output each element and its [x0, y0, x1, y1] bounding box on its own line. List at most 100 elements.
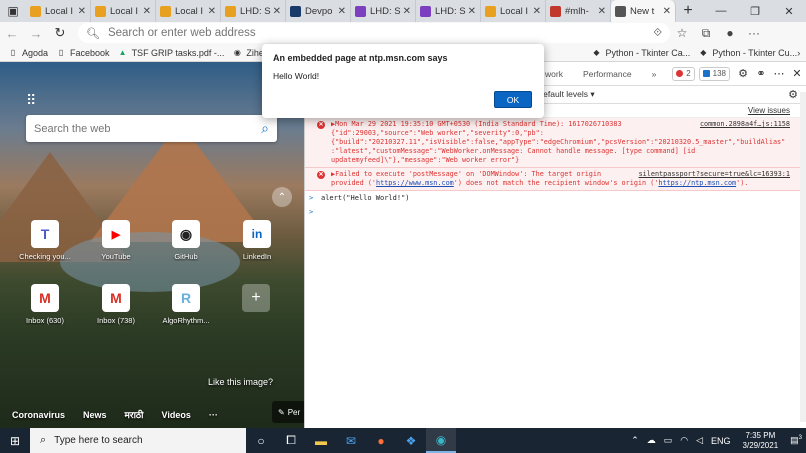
browser-tab[interactable]: LHD: S ✕ — [351, 0, 416, 22]
add-site-button[interactable]: + — [242, 284, 270, 312]
language-indicator[interactable]: ENG — [711, 436, 731, 446]
console-prompt-line[interactable]: > — [305, 205, 806, 216]
devtools-scrollbar[interactable] — [800, 92, 806, 422]
taskbar-search-box[interactable]: ⌕ Type here to search — [30, 428, 246, 453]
close-tab-icon[interactable]: ✕ — [273, 6, 281, 17]
close-tab-icon[interactable]: ✕ — [663, 6, 671, 17]
back-icon[interactable]: ← — [0, 22, 24, 44]
task-view-icon[interactable]: ⧠ — [276, 428, 306, 453]
feed-tab-news[interactable]: News — [83, 410, 107, 420]
edge-icon[interactable]: ◉ — [426, 428, 456, 453]
battery-icon[interactable]: ▭ — [664, 435, 673, 446]
origin-link-msn[interactable]: https://www.msn.com — [376, 179, 454, 187]
error-icon: ✕ — [317, 171, 325, 179]
close-tab-icon[interactable]: ✕ — [143, 6, 151, 17]
browser-tab[interactable]: Local I ✕ — [91, 0, 156, 22]
error-icon — [676, 70, 684, 77]
tab-favicon-icon — [485, 5, 496, 17]
collections-icon[interactable]: ⧉ — [694, 22, 718, 44]
close-tab-icon[interactable]: ✕ — [403, 6, 411, 17]
settings-more-icon[interactable]: ··· — [742, 22, 766, 44]
onedrive-icon[interactable]: ☁ — [647, 435, 656, 446]
browser-tab[interactable]: Local I ✕ — [481, 0, 546, 22]
windows-start-icon[interactable]: ⊞ — [0, 428, 30, 453]
browser-tab[interactable]: LHD: S ✕ — [416, 0, 481, 22]
browser-tab[interactable]: #mlh- ✕ — [546, 0, 611, 22]
minimize-icon[interactable]: — — [704, 0, 738, 22]
quick-link-gmail-1[interactable]: M Inbox (630) — [15, 284, 75, 325]
message-icon — [702, 70, 710, 77]
favorites-star-icon[interactable]: ☆ — [670, 22, 694, 44]
browser-tab[interactable]: LHD: S ✕ — [221, 0, 286, 22]
feed-tab-videos[interactable]: Videos — [162, 410, 191, 420]
quick-link-linkedin[interactable]: in LinkedIn — [227, 220, 287, 261]
clock[interactable]: 7:35 PM 3/29/2021 — [743, 431, 779, 451]
bookmarks-more-icon[interactable]: › — [797, 48, 800, 58]
close-window-icon[interactable]: ✕ — [772, 0, 806, 22]
omnibox[interactable]: 🔍︎ ⟐ — [78, 23, 670, 43]
show-hidden-icons-chevron-icon[interactable]: ⌃ — [631, 435, 639, 446]
address-input[interactable] — [107, 27, 654, 39]
close-tab-icon[interactable]: ✕ — [208, 6, 216, 17]
close-tab-icon[interactable]: ✕ — [78, 6, 86, 17]
error-count-badge[interactable]: 2 — [672, 66, 695, 81]
ntp-search-box[interactable]: ⌕ — [26, 115, 277, 142]
close-tab-icon[interactable]: ✕ — [338, 6, 346, 17]
quick-link-algorhythm[interactable]: R AlgoRhythm... — [156, 284, 216, 325]
close-tab-icon[interactable]: ✕ — [598, 6, 606, 17]
bookmark-python-tkinter-cu[interactable]: ◆ Python - Tkinter Cu... — [698, 48, 797, 58]
new-tab-button[interactable]: + — [676, 0, 700, 22]
tab-title: LHD: S — [370, 5, 401, 17]
quick-link-gmail-2[interactable]: M Inbox (738) — [86, 284, 146, 325]
bookmark-python-tkinter-ca[interactable]: ◆ Python - Tkinter Ca... — [591, 48, 690, 58]
search-icon[interactable]: ⌕ — [261, 120, 269, 137]
dropbox-icon[interactable]: ❖ — [396, 428, 426, 453]
notifications-icon[interactable]: ▤3 — [790, 435, 802, 446]
quick-link-teams[interactable]: T Checking you... — [15, 220, 75, 261]
origin-link-ntp[interactable]: https://ntp.msn.com — [658, 179, 736, 187]
tab-actions-icon[interactable]: ▣ — [0, 0, 26, 22]
ntp-search-input[interactable] — [34, 122, 262, 135]
feed-tab-coronavirus[interactable]: Coronavirus — [12, 410, 65, 420]
firefox-icon[interactable]: ● — [366, 428, 396, 453]
close-devtools-icon[interactable]: ✕ — [788, 67, 806, 80]
personalize-button[interactable]: ✎ Per — [272, 401, 304, 423]
forward-icon[interactable]: → — [24, 22, 48, 44]
quick-link-github[interactable]: ◉ GitHub — [156, 220, 216, 261]
error-source-link[interactable]: silentpassport?secure=true&lc=16393:1 — [639, 170, 790, 179]
reader-icon[interactable]: ⟐ — [653, 27, 662, 40]
log-levels-dropdown[interactable]: Default levels ▾ — [537, 89, 595, 100]
browser-tab[interactable]: New t ✕ — [611, 0, 676, 22]
more-options-icon[interactable]: ⋯ — [770, 67, 788, 80]
browser-tab[interactable]: Local I ✕ — [156, 0, 221, 22]
message-count-badge[interactable]: 138 — [698, 66, 730, 81]
like-image-link[interactable]: Like this image? — [208, 377, 273, 387]
refresh-icon[interactable]: ↻ — [48, 22, 72, 44]
close-tab-icon[interactable]: ✕ — [468, 6, 476, 17]
volume-icon[interactable]: ◁ — [696, 435, 703, 446]
gear-icon[interactable]: ⚙ — [734, 67, 752, 80]
maximize-icon[interactable]: ❐ — [738, 0, 772, 22]
profile-avatar[interactable]: ● — [718, 22, 742, 44]
quick-link-youtube[interactable]: ▶ YouTube — [86, 220, 146, 261]
close-tab-icon[interactable]: ✕ — [533, 6, 541, 17]
bookmark-tsf-grip[interactable]: ▲ TSF GRIP tasks.pdf -... — [118, 48, 225, 58]
browser-tab[interactable]: Devpo ✕ — [286, 0, 351, 22]
app-launcher-icon[interactable]: ⠿ — [26, 92, 36, 109]
error-source-link[interactable]: common.2898a4f…js:1158 — [700, 120, 790, 129]
ok-button[interactable]: OK — [494, 91, 532, 108]
connect-icon[interactable]: ⚭ — [752, 67, 770, 80]
tabs-overflow-icon[interactable]: » — [642, 69, 667, 79]
tab-performance[interactable]: Performance — [573, 69, 642, 79]
bookmark-agoda[interactable]: ▯ Agoda — [8, 48, 48, 58]
feed-more-icon[interactable]: ··· — [209, 410, 218, 420]
collapse-chevron-icon[interactable]: ⌃ — [272, 187, 292, 207]
wifi-icon[interactable]: ◠ — [680, 435, 688, 446]
feed-tab-marathi[interactable]: मराठी — [125, 408, 144, 421]
mail-icon[interactable]: ✉ — [336, 428, 366, 453]
file-explorer-icon[interactable]: ▬ — [306, 428, 336, 453]
pencil-icon: ✎ — [278, 407, 285, 417]
bookmark-facebook[interactable]: ▯ Facebook — [56, 48, 110, 58]
browser-tab[interactable]: Local I ✕ — [26, 0, 91, 22]
cortana-icon[interactable]: ○ — [246, 428, 276, 453]
